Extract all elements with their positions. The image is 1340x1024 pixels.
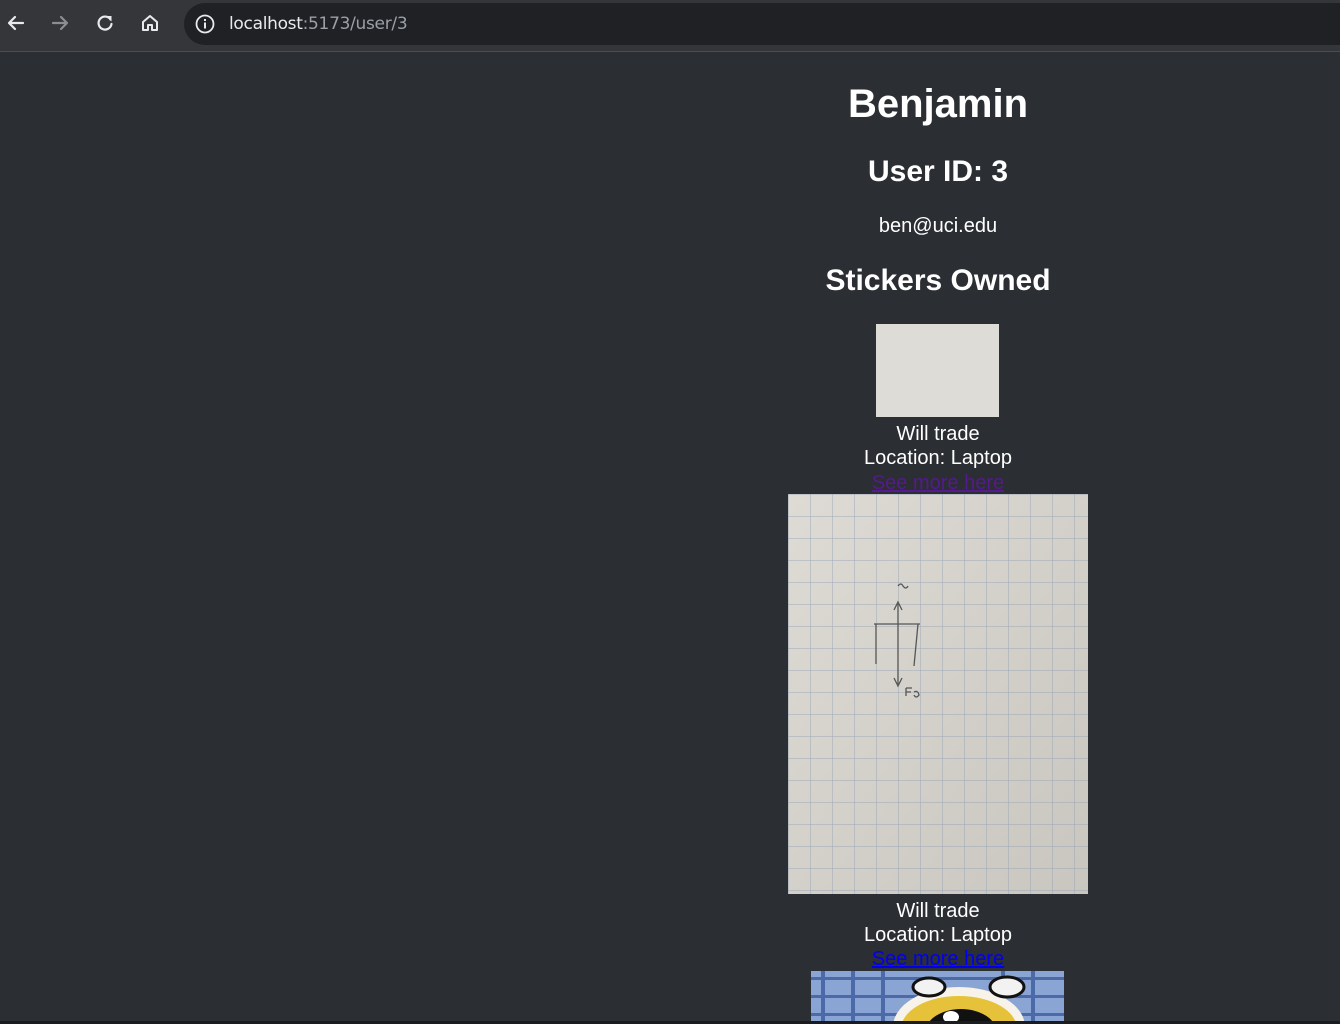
back-arrow-icon (7, 15, 25, 31)
sticker-image (788, 494, 1088, 894)
reload-button[interactable] (90, 8, 120, 38)
stickers-heading: Stickers Owned (825, 264, 1051, 297)
sticker-status: Will trade (896, 423, 980, 445)
sticker-location: Location: Laptop (864, 924, 1012, 946)
user-name: Benjamin (847, 82, 1029, 126)
sticker-image (811, 971, 1064, 1024)
address-bar[interactable]: localhost:5173/user/3 (184, 3, 1340, 45)
sticker-status: Will trade (896, 900, 980, 922)
url-host: localhost (229, 14, 303, 34)
home-icon (142, 15, 158, 31)
forward-arrow-icon (51, 15, 69, 31)
back-button[interactable] (1, 8, 31, 38)
user-id: User ID: 3 (867, 155, 1009, 188)
url-text[interactable]: localhost:5173/user/3 (229, 14, 408, 34)
reload-icon (97, 15, 113, 31)
home-button[interactable] (135, 8, 165, 38)
sticker-image (876, 324, 999, 417)
bee-sticker-picture (811, 971, 1064, 1024)
user-email: ben@uci.edu (878, 215, 998, 237)
sticker-location: Location: Laptop (864, 447, 1012, 469)
sticker-see-more-link[interactable]: See more here (738, 947, 1138, 971)
sticker-see-more-link[interactable]: See more here (738, 471, 1138, 495)
url-path: :5173/user/3 (302, 14, 408, 34)
forward-button[interactable] (45, 8, 75, 38)
info-icon[interactable] (194, 13, 216, 35)
graph-paper-drawing (788, 494, 1088, 894)
browser-toolbar: localhost:5173/user/3 (0, 0, 1340, 52)
